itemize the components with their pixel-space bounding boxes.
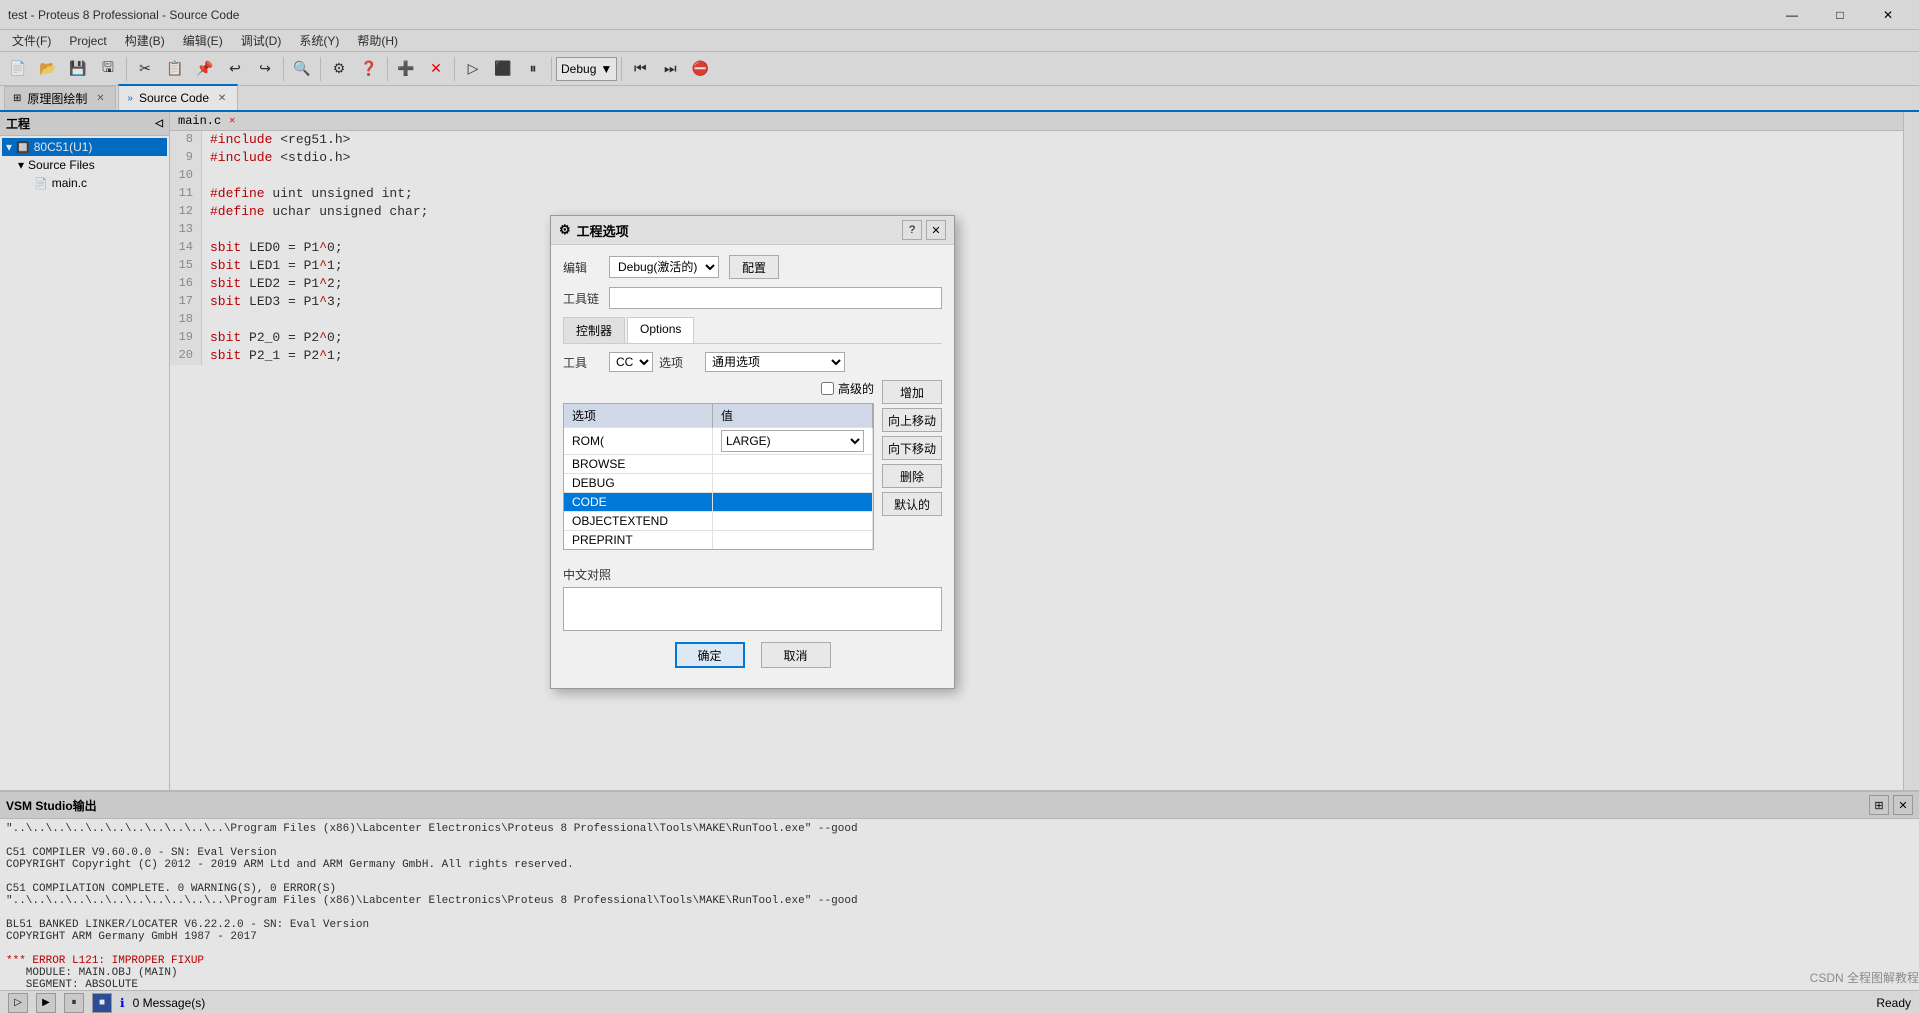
advanced-checkbox-area: 高级的 — [563, 380, 874, 397]
options-table-body: ROM( LARGE) SMALL) COMPACT) — [564, 428, 873, 550]
dialog-title: ⚙ 工程选项 — [559, 221, 629, 240]
dialog-body: 编辑 Debug(激活的) Release 配置 工具链 Keil for 80… — [551, 245, 954, 688]
delete-button[interactable]: 删除 — [882, 464, 942, 488]
col-option: 选项 — [564, 404, 713, 428]
cell-code-option: CODE — [564, 493, 713, 512]
zhongwen-input[interactable] — [563, 587, 942, 631]
table-row-rom[interactable]: ROM( LARGE) SMALL) COMPACT) — [564, 428, 873, 455]
table-row-code[interactable]: CODE — [564, 493, 873, 512]
tool-label: 工具 — [563, 354, 603, 371]
zhongwen-section: 中文对照 — [563, 566, 942, 634]
down-button[interactable]: 向下移动 — [882, 436, 942, 460]
advanced-checkbox[interactable] — [821, 382, 834, 395]
side-buttons: 增加 向上移动 向下移动 删除 默认的 — [882, 380, 942, 516]
cell-objectextend-value — [713, 512, 873, 531]
cancel-button[interactable]: 取消 — [761, 642, 831, 668]
dialog-title-text: 工程选项 — [577, 221, 629, 240]
cell-browse-option: BROWSE — [564, 455, 713, 474]
col-value: 值 — [713, 404, 873, 428]
cell-rom-value: LARGE) SMALL) COMPACT) — [713, 428, 873, 455]
dialog-title-icon: ⚙ — [559, 222, 571, 238]
tab-controller-label: 控制器 — [576, 324, 612, 338]
dialog-title-bar: ⚙ 工程选项 ? ✕ — [551, 216, 954, 245]
tool-select[interactable]: CC — [609, 352, 653, 372]
add-button[interactable]: 增加 — [882, 380, 942, 404]
dialog-footer: 确定 取消 — [563, 634, 942, 678]
compile-dropdown[interactable]: Debug(激活的) Release — [609, 256, 719, 278]
toolchain-input[interactable]: Keil for 8051 — [609, 287, 942, 309]
tab-controller[interactable]: 控制器 — [563, 317, 625, 343]
option-select[interactable]: 通用选项 — [705, 352, 845, 372]
advanced-label: 高级的 — [838, 380, 874, 397]
table-row-debug[interactable]: DEBUG — [564, 474, 873, 493]
toolchain-label: 工具链 — [563, 290, 603, 307]
cell-preprint-option: PREPRINT — [564, 531, 713, 550]
cell-debug-value — [713, 474, 873, 493]
cell-browse-value — [713, 455, 873, 474]
dialog-help-button[interactable]: ? — [902, 220, 922, 240]
table-row-preprint[interactable]: PREPRINT — [564, 531, 873, 550]
options-table: 选项 值 ROM( LAR — [564, 404, 873, 549]
up-button[interactable]: 向上移动 — [882, 408, 942, 432]
cell-rom-option: ROM( — [564, 428, 713, 455]
zhongwen-label: 中文对照 — [563, 566, 942, 583]
cell-objectextend-option: OBJECTEXTEND — [564, 512, 713, 531]
cell-preprint-value — [713, 531, 873, 550]
compile-label: 编辑 — [563, 259, 603, 276]
tab-options-label: Options — [640, 322, 681, 336]
table-row-objectextend[interactable]: OBJECTEXTEND — [564, 512, 873, 531]
cell-code-value — [713, 493, 873, 512]
dialog-close-button[interactable]: ✕ — [926, 220, 946, 240]
toolchain-row: 工具链 Keil for 8051 — [563, 287, 942, 309]
compile-dropdown-container: Debug(激活的) Release — [609, 256, 719, 278]
options-table-container: 选项 值 ROM( LAR — [563, 403, 874, 550]
compile-row: 编辑 Debug(激活的) Release 配置 — [563, 255, 942, 279]
options-table-head: 选项 值 — [564, 404, 873, 428]
cell-debug-option: DEBUG — [564, 474, 713, 493]
project-options-dialog: ⚙ 工程选项 ? ✕ 编辑 Debug(激活的) Release 配置 — [550, 215, 955, 689]
table-section: 高级的 选项 值 — [563, 380, 874, 558]
table-row-browse[interactable]: BROWSE — [564, 455, 873, 474]
option-label: 选项 — [659, 354, 699, 371]
options-table-header-row: 选项 值 — [564, 404, 873, 428]
advanced-section: 高级的 选项 值 — [563, 380, 942, 558]
rom-select[interactable]: LARGE) SMALL) COMPACT) — [721, 430, 864, 452]
config-button[interactable]: 配置 — [729, 255, 779, 279]
default-button[interactable]: 默认的 — [882, 492, 942, 516]
ok-button[interactable]: 确定 — [675, 642, 745, 668]
dialog-title-controls: ? ✕ — [902, 220, 946, 240]
dialog-tabs: 控制器 Options — [563, 317, 942, 344]
tool-row: 工具 CC 选项 通用选项 — [563, 352, 942, 372]
dialog-overlay: ⚙ 工程选项 ? ✕ 编辑 Debug(激活的) Release 配置 — [0, 0, 1919, 1014]
tab-options[interactable]: Options — [627, 317, 694, 343]
rom-dropdown-container: LARGE) SMALL) COMPACT) — [721, 430, 864, 452]
